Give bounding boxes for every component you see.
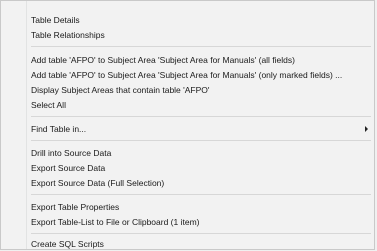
menu-item-find-table-label: Find Table in... — [31, 124, 87, 134]
menu-item-drill-into-source-data[interactable]: Drill into Source Data — [31, 146, 370, 160]
menu-separator — [31, 116, 371, 117]
gutter-divider — [26, 1, 27, 249]
menu-item-select-all[interactable]: Select All — [31, 98, 370, 112]
menu-item-export-source-data[interactable]: Export Source Data — [31, 161, 370, 175]
menu-separator — [31, 194, 371, 195]
menu-item-create-sql-scripts[interactable]: Create SQL Scripts — [31, 237, 370, 251]
menu-item-export-source-data-full[interactable]: Export Source Data (Full Selection) — [31, 176, 370, 190]
menu-item-display-subject-areas[interactable]: Display Subject Areas that contain table… — [31, 83, 370, 97]
menu-separator — [31, 46, 371, 47]
menu-icon-gutter — [1, 1, 26, 249]
menu-item-table-details[interactable]: Table Details — [31, 13, 370, 27]
menu-item-find-table-in[interactable]: Find Table in... — [31, 122, 370, 136]
menu-item-export-table-list[interactable]: Export Table-List to File or Clipboard (… — [31, 215, 370, 229]
context-menu: Table Details Table Relationships Add ta… — [0, 0, 375, 250]
menu-item-add-table-marked-fields[interactable]: Add table 'AFPO' to Subject Area 'Subjec… — [31, 68, 370, 82]
menu-item-table-relationships[interactable]: Table Relationships — [31, 28, 370, 42]
menu-separator — [31, 140, 371, 141]
chevron-right-icon — [365, 126, 368, 132]
menu-item-add-table-all-fields[interactable]: Add table 'AFPO' to Subject Area 'Subjec… — [31, 53, 370, 67]
menu-separator — [31, 233, 371, 234]
menu-item-export-table-properties[interactable]: Export Table Properties — [31, 200, 370, 214]
